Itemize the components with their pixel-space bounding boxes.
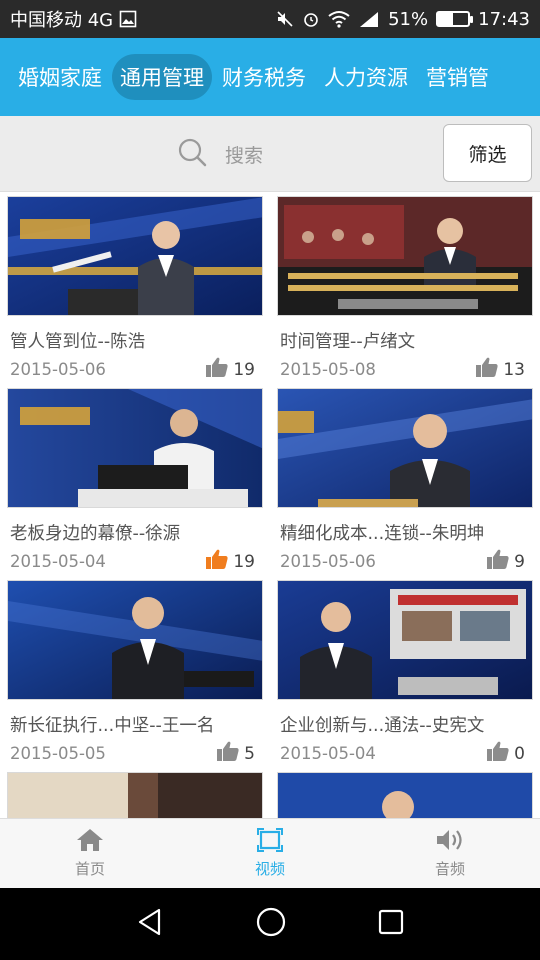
thumbs-up-icon xyxy=(486,740,510,767)
video-card[interactable]: 企业创新与...通法--史宪文 2015-05-04 0 xyxy=(277,580,533,770)
like-counter[interactable]: 0 xyxy=(486,740,525,767)
nav-video[interactable]: 视频 xyxy=(180,819,360,888)
status-bar: 中国移动 4G 51% 17:43 xyxy=(0,0,540,38)
video-card[interactable]: 精细化成本...连锁--朱明坤 2015-05-06 9 xyxy=(277,388,533,578)
nav-audio-label: 音频 xyxy=(434,860,465,878)
home-icon xyxy=(76,828,104,856)
thumbs-up-icon xyxy=(205,548,229,575)
video-thumbnail[interactable] xyxy=(7,196,263,316)
like-counter[interactable]: 9 xyxy=(486,548,525,575)
like-counter[interactable]: 13 xyxy=(475,356,525,383)
carrier-label: 中国移动 4G xyxy=(10,10,114,31)
tab-marriage-family[interactable]: 婚姻家庭 xyxy=(10,54,110,100)
clock: 17:43 xyxy=(478,8,530,30)
video-date: 2015-05-06 xyxy=(280,552,376,571)
video-thumbnail[interactable] xyxy=(277,388,533,508)
video-thumbnail[interactable] xyxy=(7,580,263,700)
video-title: 老板身边的幕僚--徐源 xyxy=(10,524,181,544)
home-circle-icon[interactable] xyxy=(255,906,287,942)
alarm-icon xyxy=(302,10,320,28)
filter-button[interactable]: 筛选 xyxy=(443,124,532,182)
recent-apps-icon[interactable] xyxy=(377,908,405,940)
video-thumbnail[interactable] xyxy=(7,772,263,818)
thumbs-up-icon xyxy=(486,548,510,575)
nav-audio[interactable]: 音频 xyxy=(360,819,540,888)
video-thumbnail[interactable] xyxy=(7,388,263,508)
wifi-icon xyxy=(328,10,350,28)
like-count: 9 xyxy=(514,551,525,572)
like-count: 19 xyxy=(233,551,255,572)
search-input[interactable]: 搜索 xyxy=(0,116,440,192)
video-date: 2015-05-05 xyxy=(10,744,106,763)
like-counter[interactable]: 19 xyxy=(205,356,255,383)
like-count: 13 xyxy=(503,359,525,380)
search-placeholder: 搜索 xyxy=(224,144,263,167)
video-date: 2015-05-06 xyxy=(10,360,106,379)
thumbs-up-icon xyxy=(205,356,229,383)
battery-icon xyxy=(436,11,474,27)
video-card[interactable] xyxy=(7,772,263,818)
video-card[interactable] xyxy=(277,772,533,818)
video-title: 精细化成本...连锁--朱明坤 xyxy=(280,524,485,544)
nav-home-label: 首页 xyxy=(74,860,105,878)
battery-percent: 51% xyxy=(388,8,429,30)
like-count: 5 xyxy=(244,743,255,764)
tab-human-resources[interactable]: 人力资源 xyxy=(316,54,416,100)
tab-general-management[interactable]: 通用管理 xyxy=(112,54,212,100)
like-counter[interactable]: 5 xyxy=(216,740,255,767)
video-card[interactable]: 管人管到位--陈浩 2015-05-06 19 xyxy=(7,196,263,386)
nav-home[interactable]: 首页 xyxy=(0,819,180,888)
like-count: 0 xyxy=(514,743,525,764)
video-date: 2015-05-08 xyxy=(280,360,376,379)
video-date: 2015-05-04 xyxy=(10,552,106,571)
video-thumbnail[interactable] xyxy=(277,580,533,700)
nav-video-label: 视频 xyxy=(254,860,285,878)
like-counter[interactable]: 19 xyxy=(205,548,255,575)
search-bar: 搜索 筛选 xyxy=(0,116,540,192)
video-title: 企业创新与...通法--史宪文 xyxy=(280,716,485,736)
video-date: 2015-05-04 xyxy=(280,744,376,763)
thumbs-up-icon xyxy=(216,740,240,767)
video-icon xyxy=(257,828,283,856)
image-notification-icon xyxy=(119,10,137,28)
search-icon xyxy=(177,137,207,171)
mute-icon xyxy=(276,10,294,28)
bottom-nav: 首页 视频 音频 xyxy=(0,818,540,888)
video-card[interactable]: 老板身边的幕僚--徐源 2015-05-04 19 xyxy=(7,388,263,578)
tab-finance-tax[interactable]: 财务税务 xyxy=(214,54,314,100)
category-tabs: 婚姻家庭 通用管理 财务税务 人力资源 营销管 xyxy=(0,38,540,116)
like-count: 19 xyxy=(233,359,255,380)
signal-icon xyxy=(358,10,380,28)
video-thumbnail[interactable] xyxy=(277,772,533,818)
video-card[interactable]: 新长征执行...中坚--王一名 2015-05-05 5 xyxy=(7,580,263,770)
audio-icon xyxy=(435,828,465,856)
thumbs-up-icon xyxy=(475,356,499,383)
video-title: 时间管理--卢绪文 xyxy=(280,332,416,352)
video-grid: 管人管到位--陈浩 2015-05-06 19 时间管理--卢绪文 2015-0… xyxy=(0,192,540,818)
system-nav-bar xyxy=(0,888,540,960)
video-title: 新长征执行...中坚--王一名 xyxy=(10,716,215,736)
video-title: 管人管到位--陈浩 xyxy=(10,332,146,352)
video-thumbnail[interactable] xyxy=(277,196,533,316)
tab-marketing[interactable]: 营销管 xyxy=(418,54,497,100)
back-icon[interactable] xyxy=(135,907,165,941)
video-card[interactable]: 时间管理--卢绪文 2015-05-08 13 xyxy=(277,196,533,386)
